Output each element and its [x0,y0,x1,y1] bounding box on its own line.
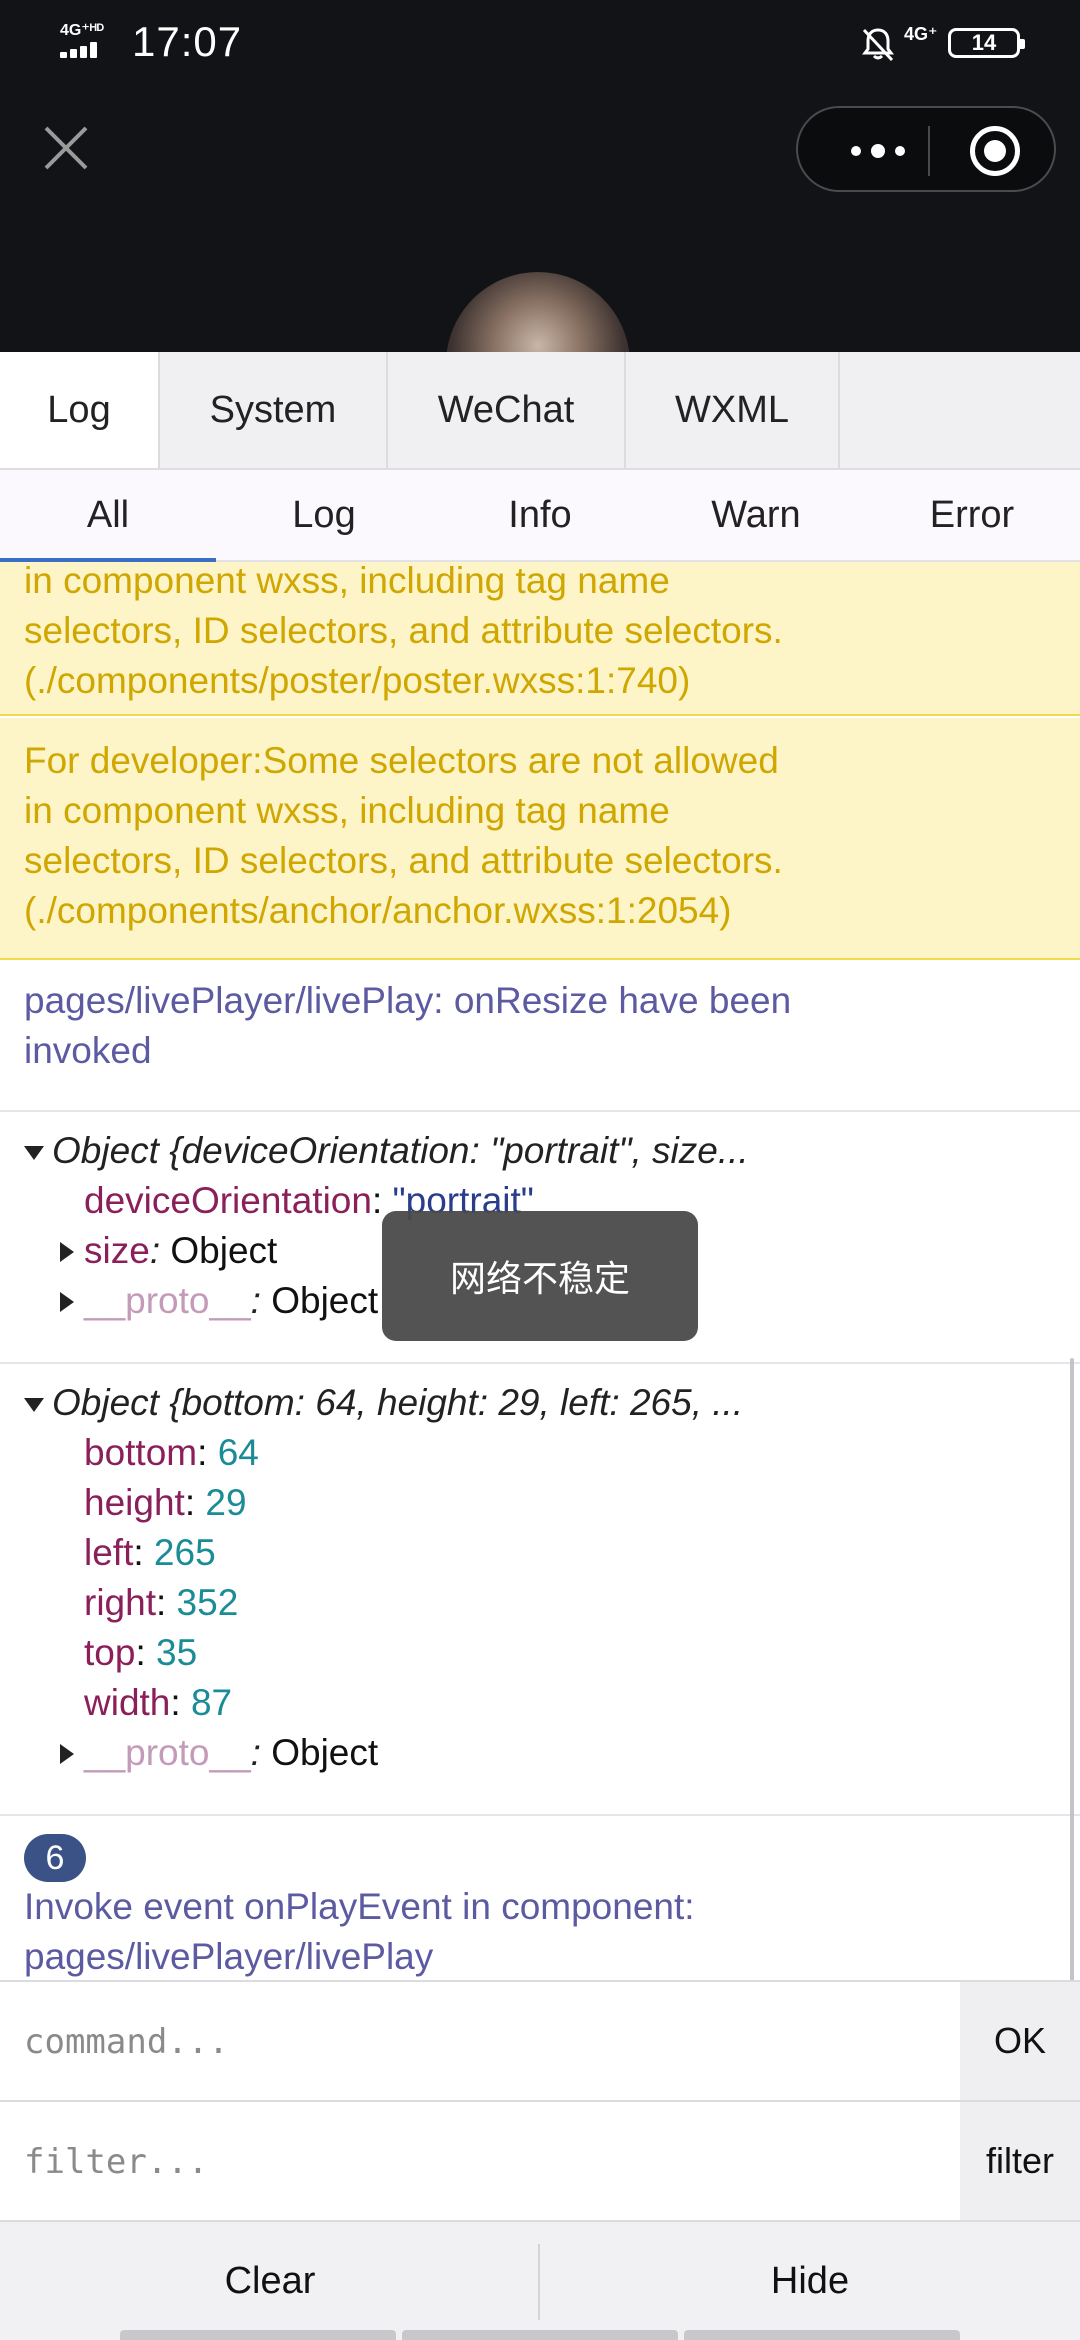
toast-message: 网络不稳定 [382,1211,698,1341]
menu-capsule [796,106,1056,192]
bottom-toolbar: Clear Hide [0,2220,1080,2340]
filter-button[interactable]: filter [960,2102,1080,2220]
log-text: (./components/anchor/anchor.wxss:1:2054) [24,890,732,931]
log-text: pages/livePlayer/livePlay [24,1936,434,1977]
repeat-count-badge: 6 [24,1834,86,1882]
expand-arrow-icon [24,1146,44,1161]
expand-arrow-icon [24,1398,44,1413]
tab-log[interactable]: Log [0,352,160,468]
log-entry-info: 6 Invoke event onPlayEvent in component:… [0,1816,1080,1982]
object-header[interactable]: Object {bottom: 64, height: 29, left: 26… [24,1378,1080,1428]
log-text: For developer:Some selectors are not all… [24,740,779,781]
status-bar: 4G⁺ᴴᴰ 17:07 4G⁺ 14 [0,0,1080,86]
log-text: in component wxss, including tag name [24,562,670,601]
object-header[interactable]: Object {deviceOrientation: "portrait", s… [24,1126,1080,1176]
bell-mute-icon [862,28,894,62]
subtab-info[interactable]: Info [432,470,648,560]
network-type-right: 4G⁺ [904,24,938,44]
tab-wxml[interactable]: WXML [626,352,840,468]
tab-wechat[interactable]: WeChat [388,352,626,468]
filter-row: filter [0,2100,1080,2220]
log-text: invoked [24,1030,152,1071]
log-text: selectors, ID selectors, and attribute s… [24,840,783,881]
log-text: in component wxss, including tag name [24,790,670,831]
log-entry-object[interactable]: Object {bottom: 64, height: 29, left: 26… [0,1364,1080,1816]
vconsole-tabs: Log System WeChat WXML [0,352,1080,470]
collapse-arrow-icon [60,1744,74,1764]
mini-program-header: 4G⁺ᴴᴰ 17:07 4G⁺ 14 [0,0,1080,352]
ok-button[interactable]: OK [960,1982,1080,2100]
battery-icon: 14 [948,28,1025,58]
bottom-edge-strip [120,2330,960,2340]
signal-icon [60,42,106,58]
hide-button[interactable]: Hide [540,2222,1080,2340]
command-input[interactable] [24,2002,944,2082]
avatar [446,272,630,352]
subtab-log[interactable]: Log [216,470,432,560]
filter-input[interactable] [24,2122,944,2202]
collapsed-property[interactable]: __proto__: Object [24,1728,1080,1778]
log-filter-tabs: All Log Info Warn Error [0,470,1080,562]
capsule-divider [928,126,930,176]
log-entry-warn: in component wxss, including tag name se… [0,562,1080,716]
log-text: Invoke event onPlayEvent in component: [24,1886,695,1927]
clear-button[interactable]: Clear [0,2222,540,2340]
clock: 17:07 [132,18,243,65]
exit-target-icon[interactable] [970,126,1020,176]
log-text: selectors, ID selectors, and attribute s… [24,610,783,651]
log-text: pages/livePlayer/livePlay: onResize have… [24,980,792,1021]
log-text: (./components/poster/poster.wxss:1:740) [24,660,691,701]
log-entry-info: pages/livePlayer/livePlay: onResize have… [0,960,1080,1112]
subtab-error[interactable]: Error [864,470,1080,560]
subtab-warn[interactable]: Warn [648,470,864,560]
log-entry-warn: For developer:Some selectors are not all… [0,718,1080,960]
tab-system[interactable]: System [160,352,388,468]
collapse-arrow-icon [60,1292,74,1312]
subtab-all[interactable]: All [0,470,216,562]
command-row: OK [0,1980,1080,2100]
more-icon[interactable] [838,136,918,166]
collapse-arrow-icon [60,1242,74,1262]
close-icon[interactable] [36,118,96,178]
network-type: 4G⁺ᴴᴰ [60,22,105,39]
